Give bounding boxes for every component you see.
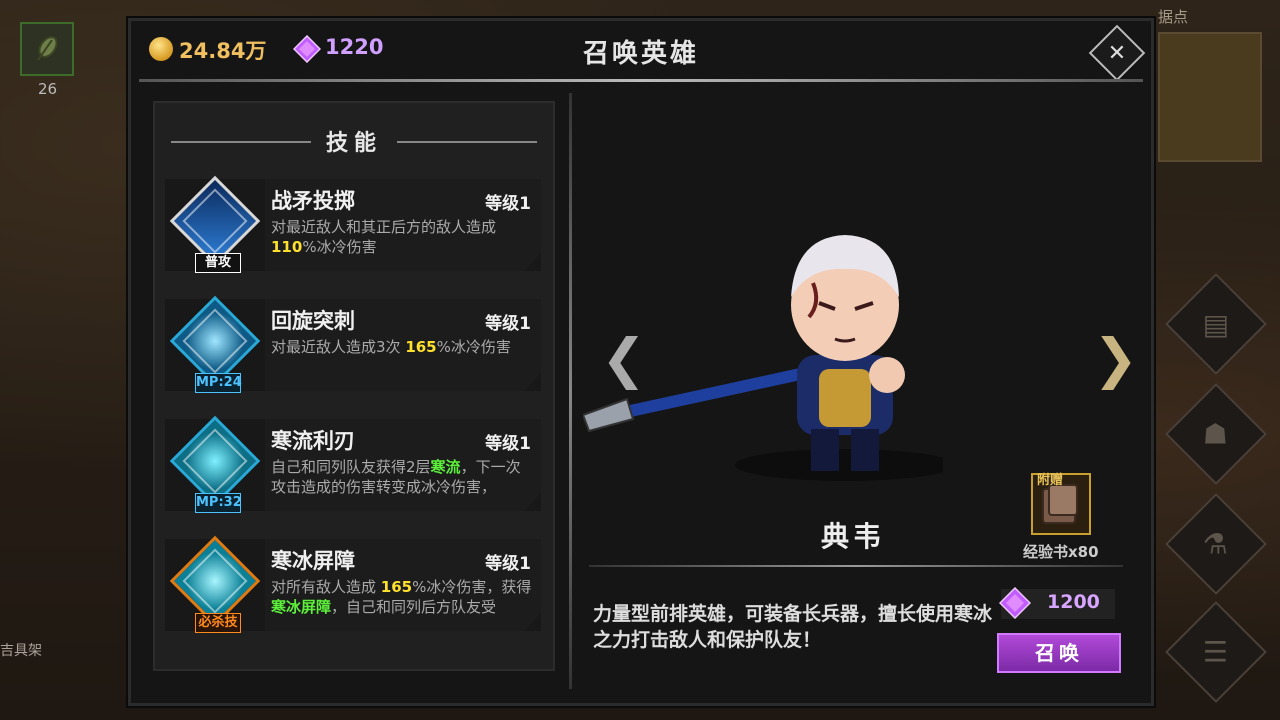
skill-badge: MP:32 bbox=[195, 493, 242, 513]
desc-highlight: 寒流 bbox=[430, 458, 461, 476]
desc-highlight: 165 bbox=[405, 338, 437, 356]
skill-level: 等级1 bbox=[485, 554, 531, 574]
skill-item-4[interactable]: 必杀技 寒冰屏障 等级1 对所有敌人造成 165%冰冷伤害，获得寒冰屏障，自己和… bbox=[165, 535, 541, 633]
icon-frame bbox=[182, 308, 248, 374]
potion-icon: ⚗ bbox=[1203, 527, 1229, 561]
icon-frame bbox=[182, 428, 248, 494]
desc-text: ，自己和同列后方队友受 bbox=[331, 598, 497, 616]
skill-name: 回旋突刺 bbox=[271, 309, 355, 333]
desc-highlight: 110 bbox=[271, 238, 303, 256]
skill-name: 寒冰屏障 bbox=[271, 549, 355, 573]
skill-level: 等级1 bbox=[485, 314, 531, 334]
gem-icon bbox=[999, 587, 1031, 619]
desc-text: %冰冷伤害 bbox=[302, 238, 377, 256]
desc-text: 自己和同列队友获得2层 bbox=[271, 458, 431, 476]
skill-badge: MP:24 bbox=[195, 373, 242, 393]
icon-frame bbox=[182, 188, 248, 254]
minimap[interactable] bbox=[1158, 32, 1262, 162]
summon-button[interactable]: 召唤 bbox=[997, 633, 1121, 673]
column-divider bbox=[569, 93, 572, 689]
minimap-title: 据点 bbox=[1158, 8, 1189, 26]
skill-description: 自己和同列队友获得2层寒流，下一次攻击造成的伤害转变成冰冷伤害， bbox=[271, 457, 533, 499]
list-icon: ☰ bbox=[1203, 635, 1229, 669]
desc-text: %冰冷伤害 bbox=[436, 338, 511, 356]
skill-description: 对最近敌人和其正后方的敌人造成 110%冰冷伤害 bbox=[271, 217, 533, 259]
desc-text: 得 bbox=[516, 578, 532, 596]
skill-name: 寒流利刃 bbox=[271, 429, 355, 453]
item-count: 26 bbox=[38, 80, 58, 98]
desc-text: 对最近敌人和其正后方的敌人造成 bbox=[271, 218, 497, 236]
people-icon: ☗ bbox=[1203, 417, 1229, 451]
skill-description: 对最近敌人造成3次 165%冰冷伤害 bbox=[271, 337, 533, 379]
ultimate-badge: 必杀技 bbox=[195, 613, 241, 633]
close-icon: ✕ bbox=[1107, 40, 1127, 66]
summon-price: 1200 bbox=[1047, 591, 1100, 613]
desc-highlight: 寒冰屏障 bbox=[271, 598, 332, 616]
skill-item-2[interactable]: MP:24 回旋突刺 等级1 对最近敌人造成3次 165%冰冷伤害 bbox=[165, 295, 541, 393]
next-hero-arrow[interactable]: ❯ bbox=[1093, 327, 1138, 390]
hero-name: 典韦 bbox=[820, 520, 885, 553]
world-object-label: 吉具架 bbox=[0, 643, 42, 659]
desc-text: 对最近敌人造成3次 bbox=[271, 338, 406, 356]
hero-showcase: ❮ ❯ 附赠 经验书x80 典韦 bbox=[583, 89, 1143, 569]
skill-badge: 普攻 bbox=[195, 253, 241, 273]
desc-text: %冰冷伤害，获 bbox=[412, 578, 517, 596]
skill-description: 对所有敌人造成 165%冰冷伤害，获得寒冰屏障，自己和同列后方队友受 bbox=[271, 577, 533, 619]
inventory-slot[interactable] bbox=[20, 22, 74, 76]
skill-level: 等级1 bbox=[485, 434, 531, 454]
hero-model[interactable] bbox=[583, 197, 943, 497]
hero-description: 力量型前排英雄，可装备长兵器，擅长使用寒冰之力打击敌人和保护队友！ bbox=[593, 603, 993, 651]
hero-divider bbox=[589, 565, 1123, 567]
header-divider bbox=[139, 79, 1143, 82]
desc-highlight: 165 bbox=[380, 578, 413, 596]
skills-panel: 技能 普攻 战矛投掷 等级1 对最近敌人和其正后方的敌人造成 110%冰冷伤害 … bbox=[153, 101, 555, 671]
summon-hero-dialog: 24.84万 1220 召唤英雄 ✕ 技能 普攻 战矛投掷 等级1 对最近敌人和… bbox=[128, 18, 1154, 706]
skill-level: 等级1 bbox=[485, 194, 531, 214]
divider bbox=[397, 141, 537, 143]
icon-frame bbox=[182, 548, 248, 614]
dialog-header: 24.84万 1220 召唤英雄 ✕ bbox=[131, 21, 1151, 82]
leaf-icon bbox=[37, 36, 58, 61]
skill-name: 战矛投掷 bbox=[271, 189, 355, 213]
desc-text: 对所有敌人造成 bbox=[271, 578, 381, 596]
skill-item-3[interactable]: MP:32 寒流利刃 等级1 自己和同列队友获得2层寒流，下一次攻击造成的伤害转… bbox=[165, 415, 541, 513]
book-icon: ▤ bbox=[1202, 307, 1230, 341]
skill-item-1[interactable]: 普攻 战矛投掷 等级1 对最近敌人和其正后方的敌人造成 110%冰冷伤害 bbox=[165, 175, 541, 273]
gift-label: 附赠 bbox=[1037, 473, 1064, 488]
dialog-title: 召唤英雄 bbox=[582, 39, 699, 69]
